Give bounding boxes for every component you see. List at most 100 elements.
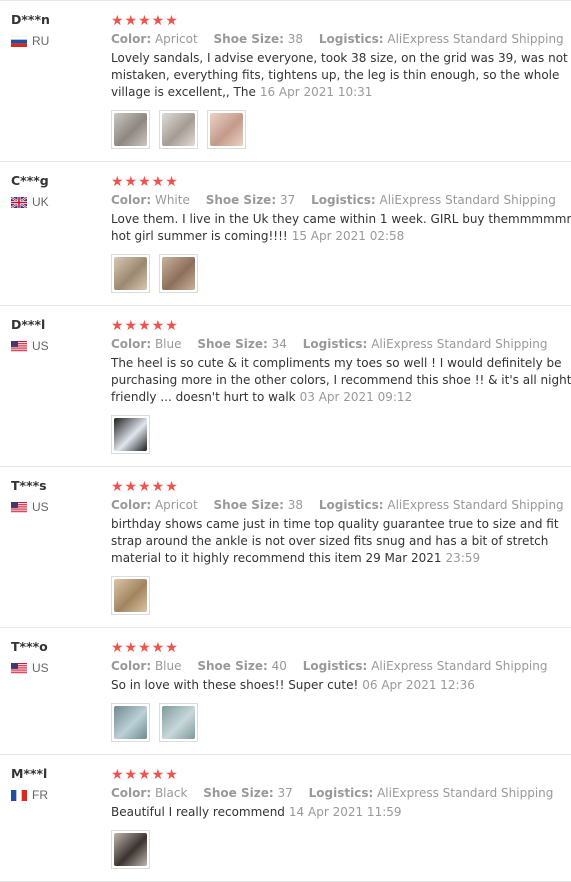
logistics-label: Logistics:: [318, 498, 384, 512]
review-photo-thumbnail[interactable]: [159, 110, 198, 149]
logistics-label: Logistics:: [302, 337, 368, 351]
review-photo-thumbnail[interactable]: [111, 110, 150, 149]
review-photos: [111, 576, 571, 615]
review-item: D***n RU ★★★★★ Color: Apricot Shoe Size:…: [0, 1, 571, 162]
country-flag-icon: [11, 501, 27, 513]
review-meta: Color: Black Shoe Size: 37 Logistics: Al…: [111, 786, 571, 800]
logistics-value: AliExpress Standard Shipping: [387, 498, 564, 512]
review-photos: [111, 110, 571, 149]
country-code: FR: [32, 788, 48, 802]
review-body: birthday shows came just in time top qua…: [111, 517, 559, 565]
review-photo-thumbnail[interactable]: [111, 254, 150, 293]
photo-image: [210, 113, 243, 146]
country-code: US: [32, 339, 49, 353]
color-label: Color:: [111, 337, 152, 351]
review-date: 14 Apr 2021 11:59: [288, 805, 402, 819]
logistics-value: AliExpress Standard Shipping: [387, 32, 564, 46]
review-meta: Color: Apricot Shoe Size: 38 Logistics: …: [111, 32, 571, 46]
size-label: Shoe Size:: [203, 786, 274, 800]
size-value: 38: [287, 498, 304, 512]
reviewer-info: D***n RU: [10, 12, 101, 48]
review-text: The heel is so cute & it compliments my …: [111, 355, 571, 406]
review-body: So in love with these shoes!! Super cute…: [111, 678, 359, 692]
photo-image: [114, 579, 147, 612]
review-text: Beautiful I really recommend 14 Apr 2021 …: [111, 804, 571, 821]
reviewer-country: FR: [11, 788, 101, 802]
reviewer-info: C***g UK: [10, 173, 101, 209]
review-date: 03 Apr 2021 09:12: [299, 390, 413, 404]
country-code: UK: [32, 195, 49, 209]
reviewer-name: D***l: [11, 317, 46, 332]
reviewer-country: US: [11, 339, 101, 353]
photo-image: [114, 113, 147, 146]
reviewer-name: T***o: [11, 639, 48, 654]
color-label: Color:: [111, 786, 152, 800]
review-content: ★★★★★ Color: Apricot Shoe Size: 38 Logis…: [111, 478, 571, 615]
review-item: T***o US ★★★★★ Color: Blue Shoe Size: 40…: [0, 628, 571, 755]
country-flag-icon: [10, 35, 28, 47]
review-item: M***l FR ★★★★★ Color: Black Shoe Size: 3…: [0, 755, 571, 882]
review-photos: [111, 830, 571, 869]
review-photo-thumbnail[interactable]: [111, 415, 150, 454]
review-date: 23:59: [445, 551, 481, 565]
reviewer-country: US: [11, 500, 101, 514]
review-body: Beautiful I really recommend: [111, 805, 285, 819]
review-text: birthday shows came just in time top qua…: [111, 516, 571, 567]
review-photo-thumbnail[interactable]: [111, 576, 150, 615]
reviewer-country: UK: [10, 195, 101, 209]
logistics-value: AliExpress Standard Shipping: [371, 659, 548, 673]
photo-image: [162, 706, 195, 739]
review-text: Lovely sandals, I advise everyone, took …: [111, 50, 571, 101]
country-flag-icon: [10, 195, 28, 209]
logistics-label: Logistics:: [302, 659, 368, 673]
color-value: Apricot: [154, 32, 198, 46]
star-rating: ★★★★★: [111, 173, 179, 189]
size-value: 34: [271, 337, 287, 351]
photo-image: [162, 257, 195, 290]
review-photo-thumbnail[interactable]: [159, 254, 198, 293]
country-flag-icon: [11, 662, 27, 674]
review-item: T***s US ★★★★★ Color: Apricot Shoe Size:…: [0, 467, 571, 628]
country-code: RU: [32, 34, 50, 48]
review-content: ★★★★★ Color: Black Shoe Size: 37 Logisti…: [111, 766, 571, 869]
star-rating: ★★★★★: [111, 317, 179, 333]
star-rating: ★★★★★: [111, 766, 179, 782]
review-text: So in love with these shoes!! Super cute…: [111, 677, 571, 694]
review-list: D***n RU ★★★★★ Color: Apricot Shoe Size:…: [0, 1, 571, 882]
color-value: Apricot: [154, 498, 198, 512]
color-label: Color:: [111, 32, 152, 46]
color-label: Color:: [111, 659, 152, 673]
reviewer-name: M***l: [11, 766, 48, 781]
color-label: Color:: [111, 498, 152, 512]
size-label: Shoe Size:: [197, 659, 268, 673]
logistics-value: AliExpress Standard Shipping: [371, 337, 548, 351]
review-meta: Color: White Shoe Size: 37 Logistics: Al…: [111, 193, 571, 207]
photo-image: [114, 257, 147, 290]
logistics-label: Logistics:: [318, 32, 384, 46]
review-content: ★★★★★ Color: Blue Shoe Size: 34 Logistic…: [111, 317, 571, 454]
size-value: 40: [271, 659, 287, 673]
reviewer-name: T***s: [11, 478, 47, 493]
review-date: 16 Apr 2021 10:31: [259, 85, 373, 99]
country-code: US: [32, 500, 49, 514]
size-label: Shoe Size:: [197, 337, 268, 351]
size-label: Shoe Size:: [213, 32, 284, 46]
logistics-label: Logistics:: [311, 193, 376, 207]
color-label: Color:: [111, 193, 152, 207]
star-rating: ★★★★★: [111, 639, 179, 655]
review-photo-thumbnail[interactable]: [159, 703, 198, 742]
color-value: White: [154, 193, 190, 207]
review-photos: [111, 254, 571, 293]
photo-image: [114, 706, 147, 739]
color-value: Blue: [154, 337, 182, 351]
logistics-value: AliExpress Standard Shipping: [379, 193, 556, 207]
photo-image: [114, 418, 147, 451]
review-photo-thumbnail[interactable]: [207, 110, 246, 149]
star-rating: ★★★★★: [111, 12, 179, 28]
review-photo-thumbnail[interactable]: [111, 830, 150, 869]
review-photos: [111, 415, 571, 454]
review-meta: Color: Apricot Shoe Size: 38 Logistics: …: [111, 498, 571, 512]
size-value: 37: [277, 786, 293, 800]
reviewer-country: RU: [10, 34, 101, 48]
review-photo-thumbnail[interactable]: [111, 703, 150, 742]
